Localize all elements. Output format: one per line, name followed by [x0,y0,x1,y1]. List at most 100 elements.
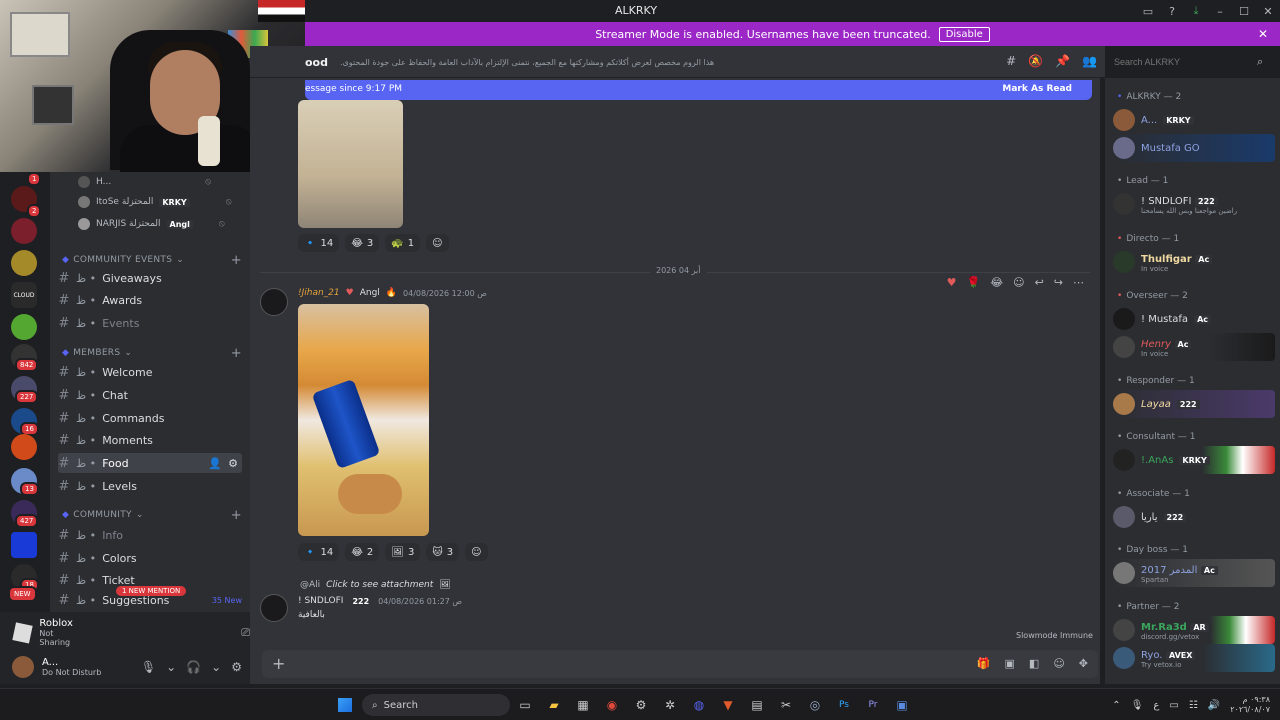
member-item[interactable]: Mr.Ra3d AR discord.gg/vetox [1113,616,1275,644]
username[interactable]: !Jihan_21 [298,288,340,298]
file-explorer-icon[interactable]: ▰ [545,697,563,713]
laugh-icon[interactable]: 😂 [990,276,1003,289]
category-community-events[interactable]: ◆ COMMUNITY EVENTS ⌄ + [62,252,242,268]
help-icon[interactable]: ? [1160,0,1184,22]
voice-user[interactable]: ItoSe المحتزلة KRKY ⦸ [78,192,232,212]
add-channel-icon[interactable]: + [231,253,242,268]
member-list-icon[interactable]: 👥 [1082,54,1097,68]
reaction-button[interactable]: 😂 3 [345,234,380,252]
reaction-button[interactable]: 🖼 3 [385,543,421,561]
channel-giveaways[interactable]: # ظ • Giveaways [58,268,242,288]
close-icon[interactable]: ✕ [1258,27,1268,41]
reaction-button[interactable]: 🔹 14 [298,543,340,561]
add-channel-icon[interactable]: + [231,508,242,523]
channel-colors[interactable]: # ظ • Colors [58,548,242,568]
reaction-button[interactable]: 🐱 3 [426,543,460,561]
member-item[interactable]: ! Mustafa Ac [1113,305,1275,333]
close-window-icon[interactable]: ✕ [1256,0,1280,22]
download-icon[interactable]: ⤓ [1184,0,1208,22]
category-members[interactable]: ◆ MEMBERS ⌄ + [62,345,242,361]
gear-icon[interactable]: ⚙ [231,660,242,674]
network-icon[interactable]: ☷ [1189,700,1198,711]
reaction-button[interactable]: 🔹 14 [298,234,340,252]
member-item[interactable]: A... KRKY [1113,106,1275,134]
app-icon[interactable]: ▣ [893,697,911,713]
settings-icon[interactable]: ⚙ [632,697,650,713]
voice-user[interactable]: H... ⦸ [78,172,211,192]
reply-reference[interactable]: @Ali Click to see attachment 🖼 [300,580,451,590]
add-reaction-button[interactable]: ☺ [465,543,488,561]
clock[interactable]: ٠٩:٣٨ م ٢٠٢٦/٠٨/٠٧ [1230,695,1270,715]
gif-icon[interactable]: ▣ [1005,657,1015,670]
channel-food[interactable]: # ظ • Food 👤 ⚙ [58,453,242,473]
microphone-icon[interactable]: 🎙 [1131,700,1144,711]
add-attachment-icon[interactable]: + [272,654,285,673]
taskbar-search[interactable]: ⌕ Search [362,694,510,716]
brave-icon[interactable]: ▼ [719,697,737,713]
app-icon[interactable]: ▤ [748,697,766,713]
search-input[interactable] [1108,52,1274,72]
new-mention-pill[interactable]: 1 NEW MENTION [116,586,187,596]
server-icon[interactable] [11,532,37,558]
member-item[interactable]: Mustafa GO [1113,134,1275,162]
gift-icon[interactable]: 🎁 [977,657,991,670]
volume-icon[interactable]: 🔊 [1208,700,1220,711]
heart-icon[interactable]: ♥ [947,276,957,289]
channel-awards[interactable]: # ظ • Awards [58,290,242,310]
mark-as-read-button[interactable]: Mark As Read [1002,84,1072,94]
rose-icon[interactable]: 🌹 [967,276,981,289]
invite-icon[interactable]: 👤 [208,457,222,470]
premiere-icon[interactable]: Pr [864,697,882,713]
pin-icon[interactable]: 📌 [1055,54,1070,68]
reaction-button[interactable]: 🐢 1 [385,234,421,252]
sticker-icon[interactable]: ◧ [1029,657,1039,670]
message-input[interactable]: + 🎁 ▣ ◧ ☺ ✥ [262,650,1098,678]
category-community[interactable]: ◆ COMMUNITY ⌄ + [62,507,242,523]
activity-card[interactable]: Roblox Not Sharing ⎚ [12,618,250,647]
member-item[interactable]: Thulfigar Ac In voice [1113,248,1275,276]
voice-user[interactable]: NARJIS المحتزلة Angl ⦸ [78,214,225,234]
app-icon[interactable]: ✲ [661,697,679,713]
photoshop-icon[interactable]: Ps [835,697,853,713]
member-item[interactable]: Ryo. AVEX Try vetox.io [1113,644,1275,672]
language-icon[interactable]: ع [1153,700,1159,711]
chevron-down-icon[interactable]: ⌄ [211,660,221,674]
screen-share-icon[interactable]: ⎚ [241,626,250,640]
discord-icon[interactable]: ◍ [690,697,708,713]
server-icon[interactable]: CLOUD [11,282,37,308]
food-image-attachment[interactable] [298,100,403,228]
channel-info[interactable]: # ظ • Info [58,525,242,545]
chevron-down-icon[interactable]: ⌄ [166,660,176,674]
minimize-icon[interactable]: – [1208,0,1232,22]
server-icon[interactable] [11,250,37,276]
food-image-attachment[interactable] [298,304,429,536]
emoji-icon[interactable]: ☺ [1053,657,1064,670]
inbox-icon[interactable]: ▭ [1136,0,1160,22]
user-info[interactable]: A... Do Not Disturb [42,657,101,677]
add-reaction-icon[interactable]: ☺ [1013,276,1024,289]
channel-events[interactable]: # ظ • Events [58,313,242,333]
member-item[interactable]: Henry Ac In voice [1113,333,1275,361]
forward-icon[interactable]: ↪ [1054,276,1063,289]
member-item[interactable]: ياريا 222 [1113,503,1275,531]
display-icon[interactable]: ▭ [1169,700,1178,711]
chrome-icon[interactable]: ◉ [603,697,621,713]
new-messages-bar[interactable]: essage since 9:17 PM Mark As Read [305,80,1092,100]
reaction-button[interactable]: 😂 2 [345,543,380,561]
channel-chat[interactable]: # ظ • Chat [58,385,242,405]
username[interactable]: ! SNDLOFI [298,596,343,606]
add-channel-icon[interactable]: + [231,346,242,361]
channel-topic[interactable]: .هذا الروم مخصص لعرض أكلاتكم ومشاركتها م… [340,58,714,67]
windows-start-icon[interactable] [338,698,352,712]
avatar[interactable] [12,656,34,678]
maximize-icon[interactable]: ☐ [1232,0,1256,22]
capcut-icon[interactable]: ✂ [777,697,795,713]
task-view-icon[interactable]: ▭ [516,697,534,713]
reply-icon[interactable]: ↩ [1035,276,1044,289]
store-icon[interactable]: ▦ [574,697,592,713]
member-item[interactable]: 2017 المدمر Ac Spartan [1113,559,1275,587]
steam-icon[interactable]: ◎ [806,697,824,713]
member-item[interactable]: Layaa 222 [1113,390,1275,418]
server-icon[interactable] [11,434,37,460]
headphones-icon[interactable]: 🎧 [186,660,201,674]
